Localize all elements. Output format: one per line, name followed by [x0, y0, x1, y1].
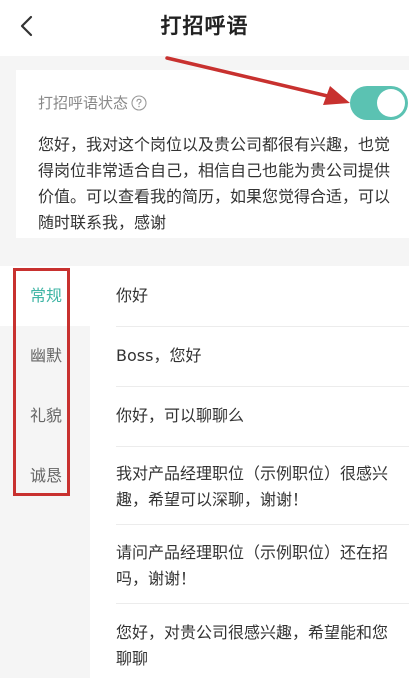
divider	[116, 326, 409, 327]
greeting-settings-page: 打招呼语 打招呼语状态 您好，我对这个岗位以及贵公司都很有兴趣，也觉得岗位非常适…	[0, 0, 409, 678]
message-item-0[interactable]: 你好	[116, 283, 399, 309]
message-item-2[interactable]: 你好，可以聊聊么	[116, 403, 399, 429]
status-row: 打招呼语状态	[38, 92, 147, 113]
page-title: 打招呼语	[160, 14, 249, 38]
category-sidebar: 常规 幽默 礼貌 诚恳	[0, 266, 90, 678]
message-item-4[interactable]: 请问产品经理职位（示例职位）还在招吗，谢谢！	[116, 540, 399, 592]
toggle-knob	[377, 89, 405, 117]
question-circle-icon[interactable]	[131, 94, 147, 111]
header-bar: 打招呼语	[0, 0, 409, 56]
divider	[116, 386, 409, 387]
message-item-3[interactable]: 我对产品经理职位（示例职位）很感兴趣，希望可以深聊，谢谢！	[116, 461, 399, 513]
message-item-5[interactable]: 您好，对贵公司很感兴趣，希望能和您聊聊	[116, 620, 399, 672]
status-message: 您好，我对这个岗位以及贵公司都很有兴趣，也觉得岗位非常适合自己，相信自己也能为贵…	[38, 135, 391, 232]
message-list: 你好 Boss，您好 你好，可以聊聊么 我对产品经理职位（示例职位）很感兴趣，希…	[90, 266, 409, 678]
status-toggle[interactable]	[350, 86, 408, 120]
status-label: 打招呼语状态	[38, 94, 129, 112]
status-card: 打招呼语状态 您好，我对这个岗位以及贵公司都很有兴趣，也觉得岗位非常适合自己，相…	[16, 70, 409, 238]
divider	[116, 524, 409, 525]
divider	[116, 603, 409, 604]
category-tab-0[interactable]: 常规	[0, 266, 90, 326]
category-tab-1[interactable]: 幽默	[0, 326, 90, 386]
divider	[116, 446, 409, 447]
category-tab-3[interactable]: 诚恳	[0, 446, 90, 506]
message-item-1[interactable]: Boss，您好	[116, 343, 399, 369]
category-tab-2[interactable]: 礼貌	[0, 386, 90, 446]
